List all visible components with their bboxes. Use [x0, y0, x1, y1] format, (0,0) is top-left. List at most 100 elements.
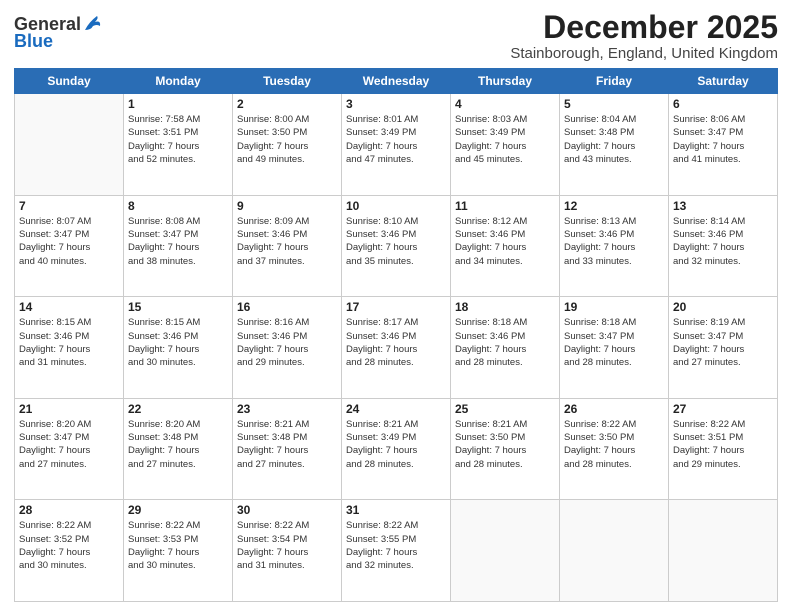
day-info: Sunrise: 8:18 AMSunset: 3:47 PMDaylight:… — [564, 316, 664, 369]
day-info: Sunrise: 8:15 AMSunset: 3:46 PMDaylight:… — [128, 316, 228, 369]
calendar-cell: 8 Sunrise: 8:08 AMSunset: 3:47 PMDaylight… — [124, 195, 233, 297]
col-tuesday: Tuesday — [233, 69, 342, 94]
calendar-cell: 29 Sunrise: 8:22 AMSunset: 3:53 PMDayligh… — [124, 500, 233, 602]
logo-blue-text: Blue — [14, 31, 53, 51]
calendar-cell — [451, 500, 560, 602]
calendar-cell: 25 Sunrise: 8:21 AMSunset: 3:50 PMDayligh… — [451, 398, 560, 500]
calendar-cell: 16Sunrise: 8:16 AMSunset: 3:46 PMDayligh… — [233, 297, 342, 399]
calendar-header-row: Sunday Monday Tuesday Wednesday Thursday… — [15, 69, 778, 94]
week-row-1: 1 Sunrise: 7:58 AMSunset: 3:51 PMDaylight… — [15, 94, 778, 196]
day-info: Sunrise: 8:20 AMSunset: 3:48 PMDaylight:… — [128, 418, 228, 471]
calendar-cell — [15, 94, 124, 196]
calendar-cell: 1 Sunrise: 7:58 AMSunset: 3:51 PMDaylight… — [124, 94, 233, 196]
calendar-cell: 9Sunrise: 8:09 AMSunset: 3:46 PMDaylight… — [233, 195, 342, 297]
day-number: 2 — [237, 97, 337, 111]
day-info: Sunrise: 8:06 AMSunset: 3:47 PMDaylight:… — [673, 113, 773, 166]
day-number: 30 — [237, 503, 337, 517]
day-number: 29 — [128, 503, 228, 517]
day-number: 21 — [19, 402, 119, 416]
col-friday: Friday — [560, 69, 669, 94]
day-info: Sunrise: 8:18 AMSunset: 3:46 PMDaylight:… — [455, 316, 555, 369]
calendar-title: December 2025 — [510, 10, 778, 45]
col-wednesday: Wednesday — [342, 69, 451, 94]
day-number: 26 — [564, 402, 664, 416]
day-info: Sunrise: 8:21 AMSunset: 3:48 PMDaylight:… — [237, 418, 337, 471]
day-info: Sunrise: 8:19 AMSunset: 3:47 PMDaylight:… — [673, 316, 773, 369]
day-info: Sunrise: 7:58 AMSunset: 3:51 PMDaylight:… — [128, 113, 228, 166]
day-number: 27 — [673, 402, 773, 416]
calendar-cell: 3 Sunrise: 8:01 AMSunset: 3:49 PMDaylight… — [342, 94, 451, 196]
day-info: Sunrise: 8:22 AMSunset: 3:54 PMDaylight:… — [237, 519, 337, 572]
day-info: Sunrise: 8:22 AMSunset: 3:50 PMDaylight:… — [564, 418, 664, 471]
logo: General Blue — [14, 14, 101, 50]
day-number: 17 — [346, 300, 446, 314]
day-info: Sunrise: 8:21 AMSunset: 3:50 PMDaylight:… — [455, 418, 555, 471]
day-info: Sunrise: 8:07 AMSunset: 3:47 PMDaylight:… — [19, 215, 119, 268]
day-info: Sunrise: 8:22 AMSunset: 3:55 PMDaylight:… — [346, 519, 446, 572]
calendar-cell: 26 Sunrise: 8:22 AMSunset: 3:50 PMDayligh… — [560, 398, 669, 500]
day-info: Sunrise: 8:10 AMSunset: 3:46 PMDaylight:… — [346, 215, 446, 268]
day-number: 3 — [346, 97, 446, 111]
calendar-cell: 31 Sunrise: 8:22 AMSunset: 3:55 PMDayligh… — [342, 500, 451, 602]
day-number: 1 — [128, 97, 228, 111]
day-info: Sunrise: 8:20 AMSunset: 3:47 PMDaylight:… — [19, 418, 119, 471]
day-number: 10 — [346, 199, 446, 213]
day-info: Sunrise: 8:13 AMSunset: 3:46 PMDaylight:… — [564, 215, 664, 268]
day-number: 16 — [237, 300, 337, 314]
day-number: 22 — [128, 402, 228, 416]
col-saturday: Saturday — [669, 69, 778, 94]
calendar-cell — [669, 500, 778, 602]
calendar-cell: 22 Sunrise: 8:20 AMSunset: 3:48 PMDayligh… — [124, 398, 233, 500]
calendar-cell: 14 Sunrise: 8:15 AMSunset: 3:46 PMDayligh… — [15, 297, 124, 399]
week-row-5: 28 Sunrise: 8:22 AMSunset: 3:52 PMDayligh… — [15, 500, 778, 602]
calendar-cell: 24Sunrise: 8:21 AMSunset: 3:49 PMDayligh… — [342, 398, 451, 500]
calendar-cell: 2Sunrise: 8:00 AMSunset: 3:50 PMDaylight… — [233, 94, 342, 196]
calendar-cell: 11Sunrise: 8:12 AMSunset: 3:46 PMDayligh… — [451, 195, 560, 297]
day-number: 31 — [346, 503, 446, 517]
day-info: Sunrise: 8:01 AMSunset: 3:49 PMDaylight:… — [346, 113, 446, 166]
day-info: Sunrise: 8:03 AMSunset: 3:49 PMDaylight:… — [455, 113, 555, 166]
col-thursday: Thursday — [451, 69, 560, 94]
calendar-cell: 10 Sunrise: 8:10 AMSunset: 3:46 PMDayligh… — [342, 195, 451, 297]
calendar-cell: 5 Sunrise: 8:04 AMSunset: 3:48 PMDaylight… — [560, 94, 669, 196]
week-row-3: 14 Sunrise: 8:15 AMSunset: 3:46 PMDayligh… — [15, 297, 778, 399]
day-info: Sunrise: 8:12 AMSunset: 3:46 PMDaylight:… — [455, 215, 555, 268]
page: General Blue December 2025 Stainborough,… — [0, 0, 792, 612]
logo-bird-icon — [83, 12, 101, 34]
calendar-cell: 30 Sunrise: 8:22 AMSunset: 3:54 PMDayligh… — [233, 500, 342, 602]
day-info: Sunrise: 8:14 AMSunset: 3:46 PMDaylight:… — [673, 215, 773, 268]
day-number: 25 — [455, 402, 555, 416]
day-number: 8 — [128, 199, 228, 213]
day-number: 14 — [19, 300, 119, 314]
week-row-2: 7 Sunrise: 8:07 AMSunset: 3:47 PMDaylight… — [15, 195, 778, 297]
day-number: 12 — [564, 199, 664, 213]
calendar-cell: 27 Sunrise: 8:22 AMSunset: 3:51 PMDayligh… — [669, 398, 778, 500]
col-sunday: Sunday — [15, 69, 124, 94]
day-info: Sunrise: 8:22 AMSunset: 3:52 PMDaylight:… — [19, 519, 119, 572]
day-number: 18 — [455, 300, 555, 314]
day-number: 28 — [19, 503, 119, 517]
calendar-cell: 21 Sunrise: 8:20 AMSunset: 3:47 PMDayligh… — [15, 398, 124, 500]
day-number: 5 — [564, 97, 664, 111]
day-info: Sunrise: 8:15 AMSunset: 3:46 PMDaylight:… — [19, 316, 119, 369]
day-info: Sunrise: 8:04 AMSunset: 3:48 PMDaylight:… — [564, 113, 664, 166]
calendar-cell — [560, 500, 669, 602]
calendar-cell: 18 Sunrise: 8:18 AMSunset: 3:46 PMDayligh… — [451, 297, 560, 399]
week-row-4: 21 Sunrise: 8:20 AMSunset: 3:47 PMDayligh… — [15, 398, 778, 500]
day-number: 13 — [673, 199, 773, 213]
day-number: 15 — [128, 300, 228, 314]
header: General Blue December 2025 Stainborough,… — [14, 10, 778, 62]
day-info: Sunrise: 8:08 AMSunset: 3:47 PMDaylight:… — [128, 215, 228, 268]
calendar-table: Sunday Monday Tuesday Wednesday Thursday… — [14, 68, 778, 602]
calendar-cell: 13 Sunrise: 8:14 AMSunset: 3:46 PMDayligh… — [669, 195, 778, 297]
day-number: 7 — [19, 199, 119, 213]
day-info: Sunrise: 8:22 AMSunset: 3:53 PMDaylight:… — [128, 519, 228, 572]
day-info: Sunrise: 8:22 AMSunset: 3:51 PMDaylight:… — [673, 418, 773, 471]
calendar-cell: 19Sunrise: 8:18 AMSunset: 3:47 PMDayligh… — [560, 297, 669, 399]
calendar-cell: 6Sunrise: 8:06 AMSunset: 3:47 PMDaylight… — [669, 94, 778, 196]
day-info: Sunrise: 8:21 AMSunset: 3:49 PMDaylight:… — [346, 418, 446, 471]
day-number: 23 — [237, 402, 337, 416]
calendar-cell: 4Sunrise: 8:03 AMSunset: 3:49 PMDaylight… — [451, 94, 560, 196]
calendar-subtitle: Stainborough, England, United Kingdom — [510, 45, 778, 62]
day-number: 9 — [237, 199, 337, 213]
